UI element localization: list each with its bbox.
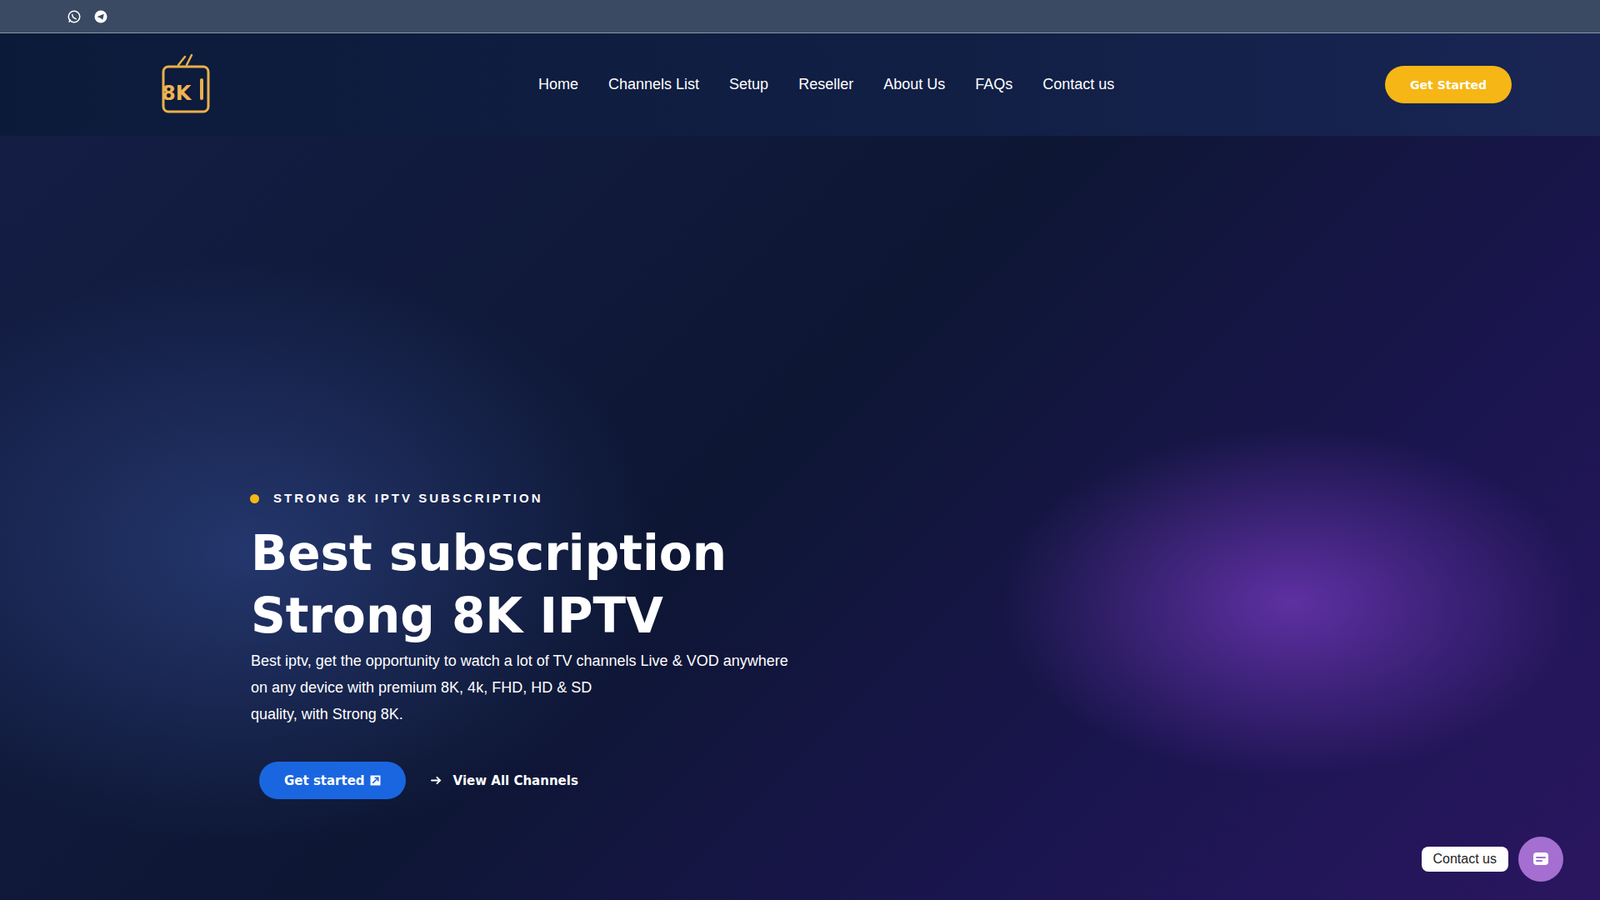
eyebrow: STRONG 8K IPTV SUBSCRIPTION bbox=[250, 490, 1600, 507]
menu-item[interactable]: About Us bbox=[883, 75, 945, 94]
external-link-icon bbox=[370, 775, 381, 786]
view-all-channels-link[interactable]: View All Channels bbox=[430, 773, 579, 789]
eyebrow-text: STRONG 8K IPTV SUBSCRIPTION bbox=[273, 490, 544, 507]
page: 8K Home Channels List Setup Reseller About U… bbox=[0, 0, 1600, 900]
menu-item[interactable]: Setup bbox=[729, 75, 769, 94]
contact-button[interactable] bbox=[1518, 836, 1564, 882]
menu-item[interactable]: Home bbox=[538, 75, 579, 94]
contact-tooltip[interactable]: Contact us bbox=[1421, 846, 1509, 872]
contact-widget: Contact us bbox=[1421, 836, 1564, 882]
get-started-button[interactable]: Get Started bbox=[1385, 65, 1512, 104]
menu-item[interactable]: Channels List bbox=[608, 75, 700, 94]
hero-title-line: Best subscription bbox=[250, 522, 1600, 585]
hero-description-line: quality, with Strong 8K. bbox=[250, 700, 1600, 728]
chat-icon bbox=[1530, 849, 1551, 870]
main-menu: Home Channels List Setup Reseller About Us FA… bbox=[538, 75, 1385, 94]
menu-item[interactable]: Reseller bbox=[798, 75, 854, 94]
hero-description-line: on any device with premium 8K, 4k, FHD, … bbox=[250, 674, 1600, 701]
hero-description: Best iptv, get the opportunity to watch … bbox=[250, 647, 1600, 728]
top-bar bbox=[0, 0, 1600, 34]
arrow-right-icon bbox=[430, 775, 442, 786]
hero-title-line: Strong 8K IPTV bbox=[250, 585, 1600, 648]
hero-content: STRONG 8K IPTV SUBSCRIPTION Best subscri… bbox=[0, 135, 1600, 800]
whatsapp-icon[interactable] bbox=[66, 9, 82, 25]
logo-text: 8K bbox=[161, 83, 191, 104]
hero-get-started-button[interactable]: Get started bbox=[259, 761, 406, 800]
telegram-icon[interactable] bbox=[93, 9, 109, 25]
hero-description-line: Best iptv, get the opportunity to watch … bbox=[250, 647, 1600, 675]
logo[interactable]: 8K bbox=[158, 53, 212, 117]
hero: STRONG 8K IPTV SUBSCRIPTION Best subscri… bbox=[0, 135, 1600, 900]
eyebrow-dot bbox=[250, 494, 260, 504]
hero-actions: Get started View All Channels bbox=[259, 761, 1600, 800]
header: 8K Home Channels List Setup Reseller About U… bbox=[0, 33, 1600, 136]
hero-title: Best subscriptionStrong 8K IPTV bbox=[250, 522, 1600, 648]
menu-item[interactable]: Contact us bbox=[1042, 75, 1115, 94]
menu-item[interactable]: FAQs bbox=[975, 75, 1013, 94]
